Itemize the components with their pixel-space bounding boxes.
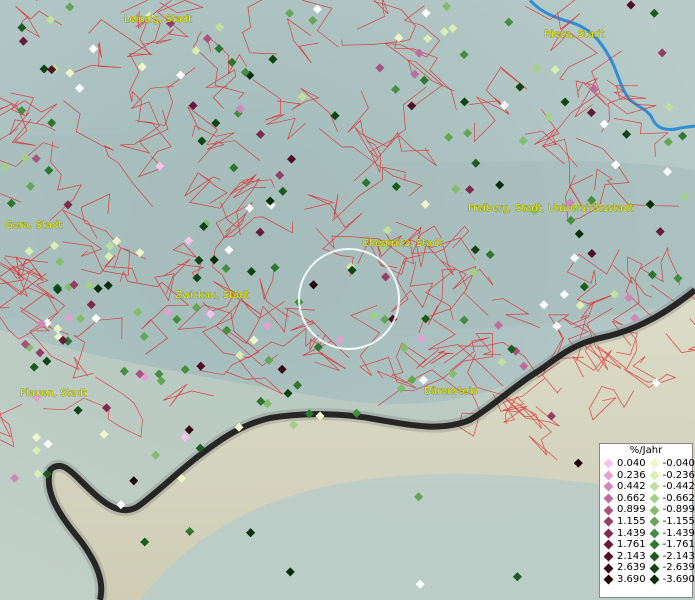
legend-positive-cell: 0.236 bbox=[600, 470, 646, 482]
legend-positive-value: 1.155 bbox=[617, 515, 646, 527]
diamond-swatch-icon bbox=[603, 493, 614, 504]
legend-negative-value: -0.236 bbox=[662, 469, 695, 481]
legend-row: 1.155 -1.155 bbox=[600, 515, 695, 528]
diamond-swatch-icon bbox=[649, 540, 660, 550]
legend-row: 2.143 -2.143 bbox=[600, 550, 695, 563]
diamond-swatch-icon bbox=[649, 516, 660, 527]
diamond-swatch-icon bbox=[603, 458, 614, 469]
diamond-swatch-icon bbox=[649, 482, 660, 492]
label-riesa: Riesa, Stadt bbox=[544, 29, 604, 40]
diamond-swatch-icon bbox=[603, 563, 614, 574]
legend-positive-cell: 3.690 bbox=[600, 574, 646, 586]
legend-negative-value: -2.143 bbox=[662, 550, 695, 562]
legend-title: %/Jahr bbox=[629, 445, 663, 456]
legend-negative-cell: -3.690 bbox=[646, 573, 695, 586]
legend-positive-cell: 0.442 bbox=[600, 481, 646, 493]
legend-row: 1.761 -1.761 bbox=[600, 539, 695, 551]
legend-negative-value: -0.442 bbox=[662, 481, 695, 493]
legend-negative-value: -1.761 bbox=[662, 539, 695, 551]
diamond-swatch-icon bbox=[649, 505, 660, 516]
diamond-swatch-icon bbox=[649, 528, 660, 539]
legend-positive-value: 2.143 bbox=[617, 550, 646, 562]
legend-negative-cell: -1.439 bbox=[646, 527, 695, 540]
legend-positive-value: 0.662 bbox=[617, 492, 646, 504]
legend-negative-value: -2.639 bbox=[662, 562, 695, 574]
legend-negative-value: -0.040 bbox=[662, 458, 695, 469]
legend-positive-value: 1.761 bbox=[617, 539, 646, 551]
legend-positive-cell: 1.155 bbox=[600, 516, 646, 528]
legend-negative-cell: -0.899 bbox=[646, 504, 695, 516]
label-freiberg: Freiberg, Stadt, Universitätsstadt bbox=[468, 203, 633, 214]
legend-negative-cell: -1.155 bbox=[646, 515, 695, 528]
diamond-swatch-icon bbox=[649, 470, 660, 481]
label-gera: Gera, Stadt bbox=[5, 220, 62, 231]
legend-row: 3.690 -3.690 bbox=[600, 573, 695, 586]
legend-negative-cell: -0.442 bbox=[646, 481, 695, 493]
legend-negative-cell: -0.236 bbox=[646, 469, 695, 482]
diamond-swatch-icon bbox=[649, 493, 660, 504]
legend-row: 0.442 -0.442 bbox=[600, 481, 695, 493]
label-chemnitz: Chemnitz, Stadt bbox=[362, 238, 443, 249]
legend-negative-value: -0.899 bbox=[662, 504, 695, 516]
legend-row: 0.040 -0.040 bbox=[600, 458, 695, 470]
diamond-swatch-icon bbox=[603, 516, 614, 527]
diamond-swatch-icon bbox=[603, 528, 614, 539]
legend-positive-cell: 2.143 bbox=[600, 551, 646, 563]
legend-positive-cell: 1.761 bbox=[600, 539, 646, 551]
legend-negative-value: -1.155 bbox=[662, 515, 695, 527]
diamond-swatch-icon bbox=[649, 574, 660, 585]
legend-positive-cell: 0.662 bbox=[600, 493, 646, 505]
label-zwickau: Zwickau, Stadt bbox=[175, 290, 249, 301]
legend-positive-cell: 0.040 bbox=[600, 458, 646, 470]
diamond-swatch-icon bbox=[649, 551, 660, 562]
diamond-swatch-icon bbox=[603, 574, 614, 585]
legend-positive-cell: 1.439 bbox=[600, 528, 646, 540]
legend-negative-cell: -1.761 bbox=[646, 539, 695, 551]
legend-negative-cell: -0.662 bbox=[646, 492, 695, 505]
legend-rows: 0.040 -0.040 0.236 -0.236 0.442 -0.442 0.662 -0… bbox=[600, 458, 695, 586]
legend-positive-value: 3.690 bbox=[617, 573, 646, 585]
diamond-swatch-icon bbox=[603, 470, 614, 481]
diamond-swatch-icon bbox=[603, 505, 614, 516]
legend-positive-value: 0.040 bbox=[617, 458, 646, 469]
legend-negative-value: -1.439 bbox=[662, 527, 695, 539]
legend-row: 0.662 -0.662 bbox=[600, 492, 695, 505]
diamond-swatch-icon bbox=[603, 540, 614, 550]
legend-positive-value: 0.899 bbox=[617, 504, 646, 516]
legend-positive-value: 2.639 bbox=[617, 562, 646, 574]
legend-positive-value: 0.236 bbox=[617, 469, 646, 481]
legend-row: 2.639 -2.639 bbox=[600, 562, 695, 574]
legend-negative-value: -3.690 bbox=[662, 573, 695, 585]
terrain-hills bbox=[0, 133, 695, 330]
legend-positive-cell: 0.899 bbox=[600, 504, 646, 516]
legend-row: 0.899 -0.899 bbox=[600, 504, 695, 516]
legend-negative-cell: -2.639 bbox=[646, 562, 695, 574]
label-leipzig: Leipzig, Stadt bbox=[124, 14, 192, 25]
legend-negative-cell: -0.040 bbox=[646, 458, 695, 470]
legend-positive-value: 1.439 bbox=[617, 527, 646, 539]
legend-positive-value: 0.442 bbox=[617, 481, 646, 493]
diamond-swatch-icon bbox=[603, 551, 614, 562]
legend: %/Jahr 0.040 -0.040 0.236 -0.236 0.442 -0.442… bbox=[599, 443, 695, 598]
legend-negative-cell: -2.143 bbox=[646, 550, 695, 563]
label-plauen: Plauen, Stadt bbox=[20, 388, 87, 399]
label-baerenstein: Bärenstein bbox=[424, 386, 478, 397]
legend-row: 0.236 -0.236 bbox=[600, 469, 695, 482]
diamond-swatch-icon bbox=[649, 458, 660, 469]
legend-row: 1.439 -1.439 bbox=[600, 527, 695, 540]
diamond-swatch-icon bbox=[649, 563, 660, 574]
legend-negative-value: -0.662 bbox=[662, 492, 695, 504]
map-canvas[interactable]: Leipzig, Stadt Riesa, Stadt Gera, Stadt … bbox=[0, 0, 695, 600]
diamond-swatch-icon bbox=[603, 482, 614, 492]
legend-positive-cell: 2.639 bbox=[600, 562, 646, 574]
